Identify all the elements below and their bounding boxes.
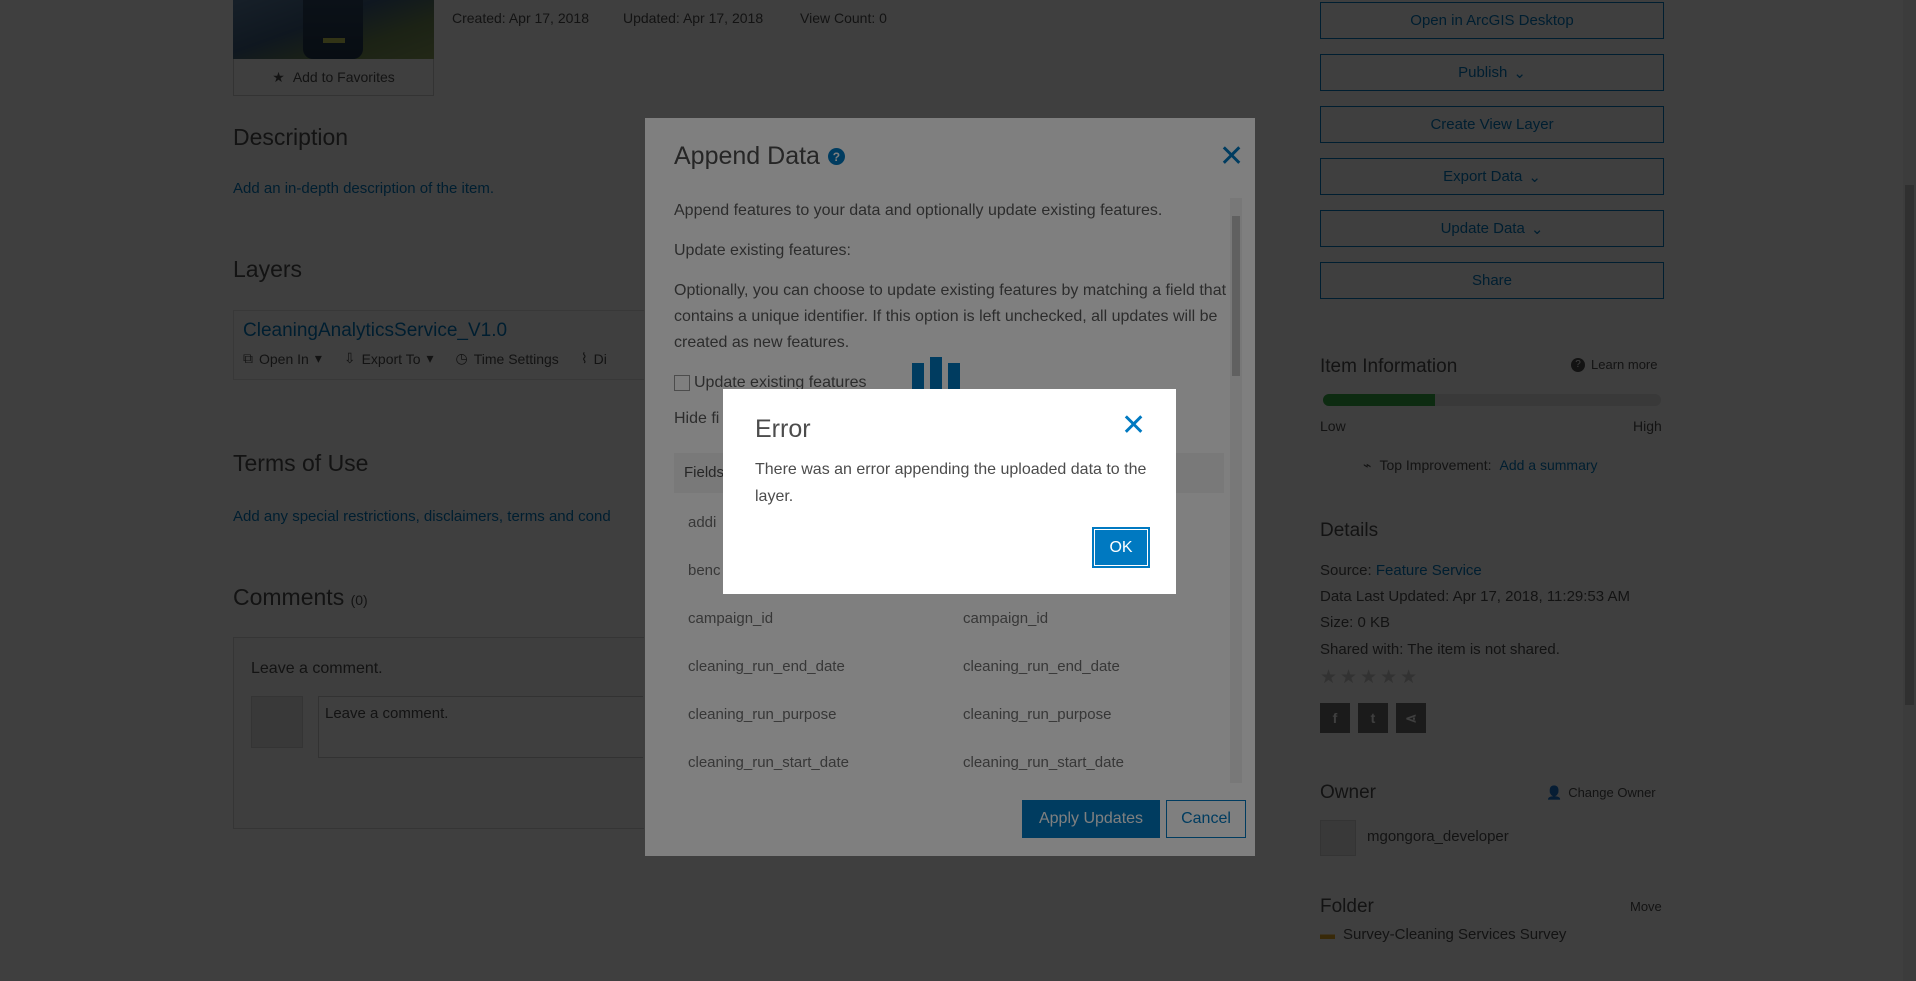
close-icon[interactable]: ✕ bbox=[1121, 411, 1146, 441]
error-title: Error bbox=[755, 415, 811, 443]
error-dialog: Error ✕ There was an error appending the… bbox=[723, 389, 1176, 594]
ok-button[interactable]: OK bbox=[1092, 527, 1150, 568]
error-message: There was an error appending the uploade… bbox=[755, 461, 1147, 505]
